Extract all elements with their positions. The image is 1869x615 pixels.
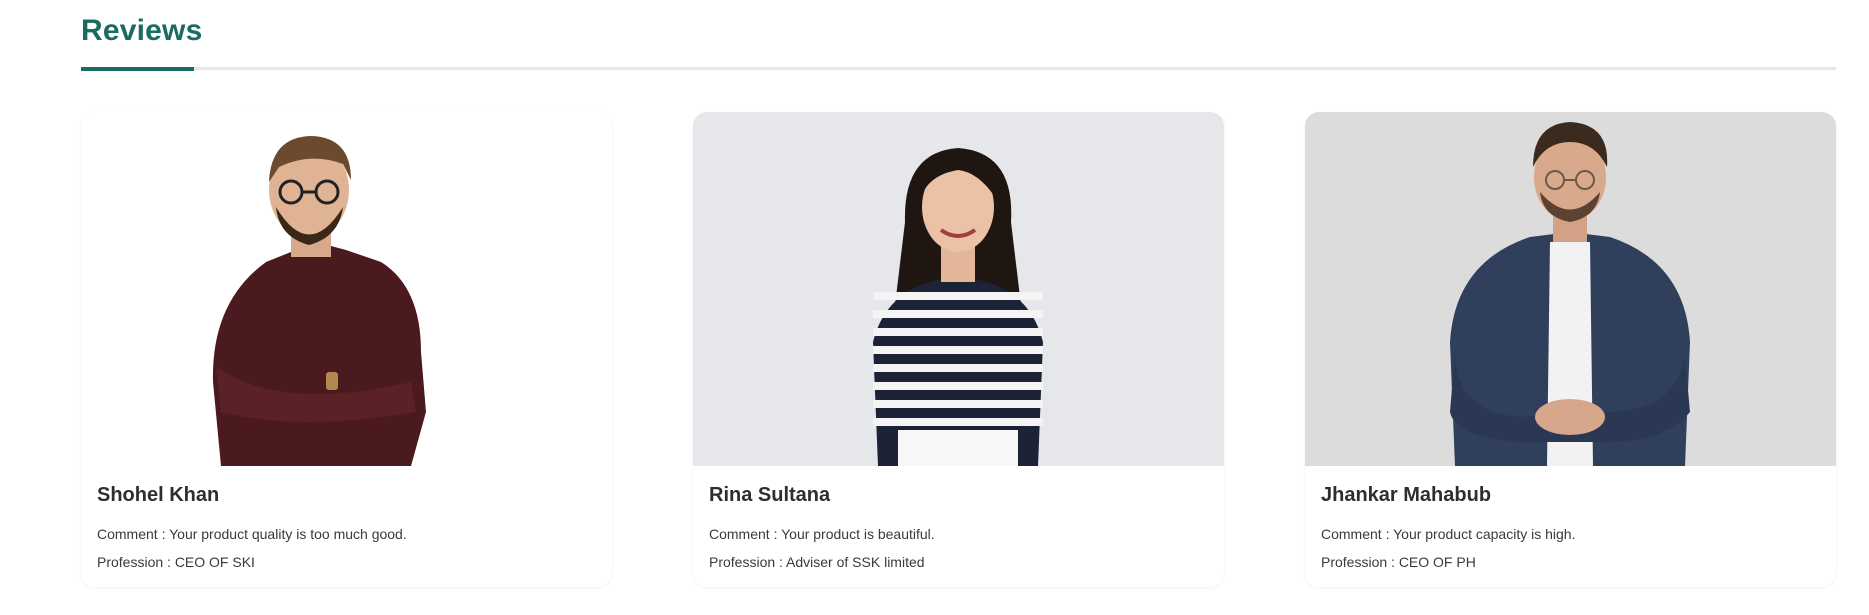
reviewer-photo bbox=[1305, 112, 1836, 466]
review-comment: Comment : Your product capacity is high. bbox=[1321, 526, 1576, 542]
reviewer-profession: Profession : CEO OF PH bbox=[1321, 554, 1476, 570]
reviewer-name: Rina Sultana bbox=[709, 484, 831, 506]
reviewer-photo bbox=[81, 112, 612, 466]
reviewer-profession: Profession : CEO OF SKI bbox=[97, 554, 255, 570]
section-divider-accent bbox=[81, 67, 194, 71]
review-card: Jhankar Mahabub Comment : Your product c… bbox=[1305, 112, 1836, 587]
review-comment: Comment : Your product is beautiful. bbox=[709, 526, 935, 542]
review-comment: Comment : Your product quality is too mu… bbox=[97, 526, 407, 542]
review-cards: Shohel Khan Comment : Your product quali… bbox=[81, 112, 1836, 587]
review-card: Rina Sultana Comment : Your product is b… bbox=[693, 112, 1224, 587]
reviewer-profession: Profession : Adviser of SSK limited bbox=[709, 554, 925, 570]
section-divider bbox=[81, 67, 1836, 71]
reviewer-photo bbox=[693, 112, 1224, 466]
reviewer-name: Jhankar Mahabub bbox=[1321, 484, 1492, 506]
reviewer-name: Shohel Khan bbox=[97, 484, 220, 506]
review-card: Shohel Khan Comment : Your product quali… bbox=[81, 112, 612, 587]
section-title: Reviews bbox=[81, 14, 203, 47]
